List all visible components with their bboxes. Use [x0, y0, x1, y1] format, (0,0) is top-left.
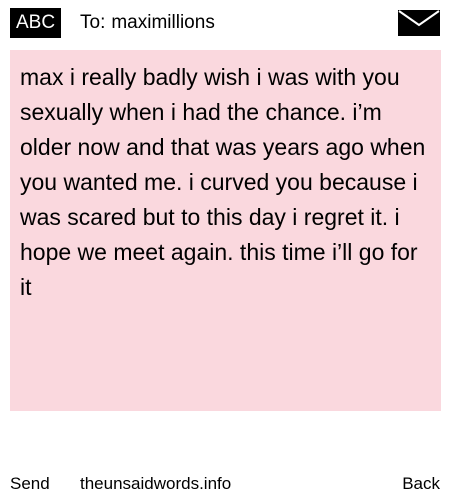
site-label: theunsaidwords.info: [80, 474, 232, 493]
message-header: ABC To: maximillions: [10, 8, 440, 40]
message-text: max i really badly wish i was with you s…: [20, 64, 426, 300]
to-label: To:: [80, 12, 106, 33]
message-body-field[interactable]: max i really badly wish i was with you s…: [10, 50, 441, 411]
send-button[interactable]: Send: [10, 472, 50, 496]
back-button[interactable]: Back: [402, 472, 440, 496]
phone-message-screen: ABC To: maximillions max i really badly w…: [0, 0, 450, 500]
input-mode-badge[interactable]: ABC: [10, 8, 62, 38]
softkey-bar: Send theunsaidwords.info Back: [0, 472, 450, 496]
recipient-name: maximillions: [111, 12, 215, 33]
envelope-icon: [398, 10, 440, 36]
recipient-line: To: maximillions: [80, 8, 215, 38]
